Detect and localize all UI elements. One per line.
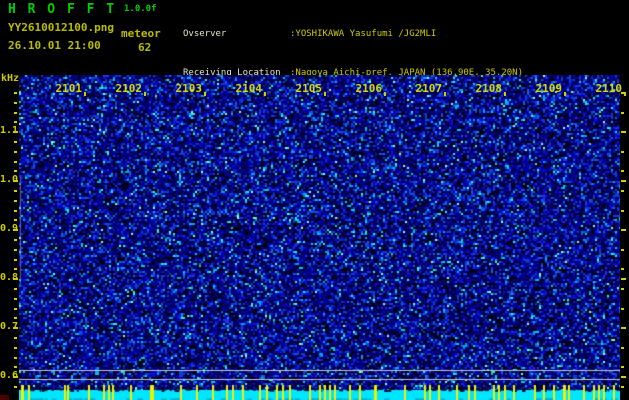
x-axis-tick-mark bbox=[204, 92, 206, 96]
mode-label: meteor bbox=[121, 27, 161, 40]
y-axis-right-tick-mark bbox=[621, 249, 624, 251]
y-axis-tick-mark bbox=[14, 366, 17, 368]
y-axis-tick-mark bbox=[14, 141, 17, 143]
y-axis-right-tick-mark bbox=[621, 151, 624, 153]
y-axis-unit-label: kHz bbox=[1, 73, 20, 84]
y-axis-tick-mark bbox=[14, 170, 17, 172]
x-axis-tick-mark bbox=[384, 92, 386, 96]
y-axis-tick-label: 1.0 bbox=[0, 174, 19, 185]
y-axis-right-tick-mark bbox=[621, 210, 624, 212]
y-axis-tick-mark bbox=[14, 190, 17, 192]
x-axis-tick-mark bbox=[324, 92, 326, 96]
y-axis-right-tick-mark bbox=[621, 366, 624, 368]
y-axis-right-tick-mark bbox=[621, 180, 626, 182]
y-axis-tick-mark bbox=[14, 386, 17, 388]
y-axis-tick-mark bbox=[14, 288, 17, 290]
y-axis-right-tick-mark bbox=[621, 347, 624, 349]
x-axis-tick-mark bbox=[624, 92, 626, 96]
y-axis-tick-label: 0.7 bbox=[0, 321, 19, 332]
y-axis-tick-label: 0.6 bbox=[0, 370, 19, 381]
y-axis-right-tick-mark bbox=[621, 268, 624, 270]
y-axis-tick-mark bbox=[13, 376, 18, 378]
info-value: :YOSHIKAWA Yasufumi /JG2MLI bbox=[290, 29, 437, 39]
y-axis-tick-mark bbox=[14, 259, 17, 261]
y-axis-tick-mark bbox=[14, 151, 17, 153]
y-axis-tick-mark bbox=[14, 200, 17, 202]
y-axis-tick-mark bbox=[13, 278, 18, 280]
y-axis-tick-mark bbox=[14, 268, 17, 270]
app-title: H R O F F T bbox=[8, 2, 117, 17]
y-axis-right-tick-mark bbox=[621, 386, 624, 388]
hrofft-screenshot: H R O F F T 1.0.0f YY2610012100.png mete… bbox=[0, 0, 629, 400]
y-axis-tick-mark bbox=[14, 219, 17, 221]
x-axis-tick-mark bbox=[564, 92, 566, 96]
output-filename: YY2610012100.png bbox=[8, 21, 114, 34]
y-axis-tick-mark bbox=[14, 337, 17, 339]
x-axis-tick-label: 2109 bbox=[535, 82, 563, 95]
y-axis-tick-mark bbox=[13, 229, 18, 231]
y-axis-right-tick-mark bbox=[621, 376, 626, 378]
y-axis-tick-mark bbox=[13, 327, 18, 329]
y-axis-right-tick-mark bbox=[621, 278, 626, 280]
y-axis-right-tick-mark bbox=[621, 308, 624, 310]
y-axis-right-tick-mark bbox=[621, 170, 624, 172]
y-axis-tick-label: 1.1 bbox=[0, 125, 19, 136]
y-axis-tick-mark bbox=[14, 239, 17, 241]
y-axis-tick-mark bbox=[14, 308, 17, 310]
y-axis-tick-mark bbox=[13, 180, 18, 182]
x-axis-tick-label: 2108 bbox=[475, 82, 503, 95]
y-axis-tick-mark bbox=[14, 161, 17, 163]
observation-datetime: 26.10.01 21:00 bbox=[8, 39, 101, 52]
y-axis-tick-mark bbox=[14, 210, 17, 212]
y-axis-tick-mark bbox=[14, 112, 17, 114]
x-axis-tick-label: 2102 bbox=[115, 82, 143, 95]
y-axis-tick-label: 0.8 bbox=[0, 272, 19, 283]
y-axis-right-tick-mark bbox=[621, 112, 624, 114]
info-label: Ovserver bbox=[183, 29, 227, 39]
y-axis-tick-mark bbox=[14, 347, 17, 349]
x-axis-tick-label: 2106 bbox=[355, 82, 383, 95]
y-axis-tick-mark bbox=[14, 92, 17, 94]
x-axis-tick-label: 2101 bbox=[55, 82, 83, 95]
spectrogram-canvas bbox=[19, 75, 620, 400]
x-axis-tick-mark bbox=[264, 92, 266, 96]
y-axis-right-tick-mark bbox=[621, 190, 624, 192]
x-axis-tick-label: 2107 bbox=[415, 82, 443, 95]
x-axis-tick-label: 2103 bbox=[175, 82, 203, 95]
y-axis-tick-mark bbox=[14, 102, 17, 104]
x-axis-tick-label: 2110 bbox=[595, 82, 623, 95]
y-axis-tick-mark bbox=[14, 357, 17, 359]
info-row-observer: Ovserver :YOSHIKAWA Yasufumi /JG2MLI bbox=[183, 28, 545, 41]
x-axis-tick-mark bbox=[144, 92, 146, 96]
x-axis-tick-label: 2104 bbox=[235, 82, 263, 95]
status-corner-mark bbox=[0, 395, 9, 400]
y-axis-right-tick-mark bbox=[621, 288, 624, 290]
y-axis-right-tick-mark bbox=[621, 327, 626, 329]
y-axis-right-tick-mark bbox=[621, 131, 626, 133]
y-axis-tick-mark bbox=[14, 121, 17, 123]
x-axis-tick-label: 2105 bbox=[295, 82, 323, 95]
y-axis-right-tick-mark bbox=[621, 229, 626, 231]
y-axis-tick-mark bbox=[13, 131, 18, 133]
x-axis-tick-mark bbox=[504, 92, 506, 96]
y-axis-tick-mark bbox=[14, 249, 17, 251]
y-axis-tick-mark bbox=[14, 317, 17, 319]
x-axis-tick-mark bbox=[444, 92, 446, 96]
meteor-count: 62 bbox=[138, 41, 152, 54]
y-axis-tick-mark bbox=[14, 298, 17, 300]
y-axis-tick-label: 0.9 bbox=[0, 223, 19, 234]
app-version: 1.0.0f bbox=[124, 4, 157, 14]
x-axis-tick-mark bbox=[84, 92, 86, 96]
